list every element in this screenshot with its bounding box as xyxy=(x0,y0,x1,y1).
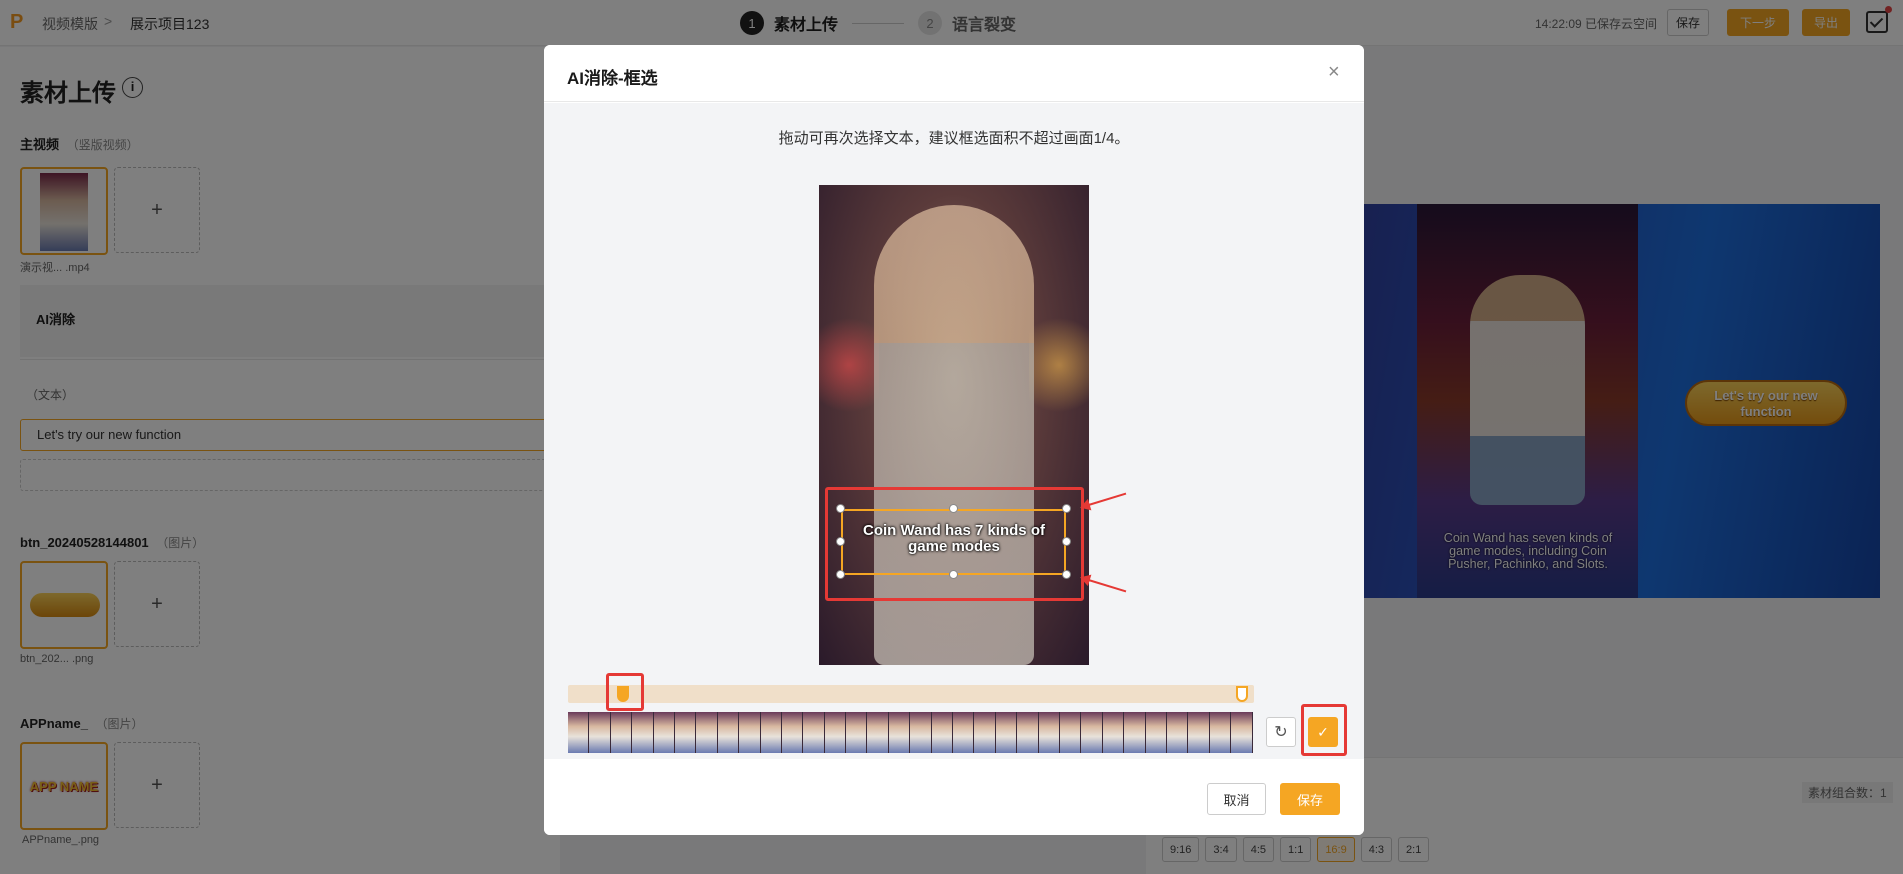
film-frame xyxy=(610,712,633,753)
film-frame xyxy=(1102,712,1125,753)
reset-selection-button[interactable]: ↻ xyxy=(1266,717,1296,747)
background-glow-right xyxy=(1029,305,1089,425)
timeline-end-handle[interactable] xyxy=(1236,686,1248,702)
film-frame xyxy=(760,712,782,753)
film-frame xyxy=(568,712,590,753)
cancel-button[interactable]: 取消 xyxy=(1207,783,1266,815)
film-frame xyxy=(632,712,654,753)
annotation-highlight-selection xyxy=(825,487,1084,601)
refresh-icon: ↻ xyxy=(1274,724,1288,741)
annotation-highlight-start-handle xyxy=(606,673,644,711)
film-frame xyxy=(1059,712,1082,753)
film-frame xyxy=(1017,712,1039,753)
film-frame xyxy=(995,712,1018,753)
film-frame xyxy=(674,712,697,753)
film-frame xyxy=(1188,712,1210,753)
film-frame xyxy=(888,712,911,753)
close-icon[interactable]: × xyxy=(1328,61,1340,84)
film-frame xyxy=(1145,712,1167,753)
film-frame xyxy=(953,712,975,753)
film-frame xyxy=(739,712,761,753)
selection-instruction: 拖动可再次选择文本，建议框选面积不超过画面1/4。 xyxy=(778,130,1130,147)
background-glow-left xyxy=(819,305,879,425)
film-frame xyxy=(653,712,675,753)
film-frame xyxy=(696,712,718,753)
film-frame xyxy=(974,712,996,753)
modal-footer: 取消 保存 xyxy=(544,759,1364,835)
ai-erase-select-modal: AI消除-框选 × 拖动可再次选择文本，建议框选面积不超过画面1/4。 Coin… xyxy=(544,45,1364,835)
film-frame xyxy=(931,712,954,753)
film-frame xyxy=(910,712,932,753)
film-frame xyxy=(1231,712,1253,753)
film-frame xyxy=(589,712,611,753)
film-frame xyxy=(867,712,889,753)
film-frame xyxy=(803,712,825,753)
film-frame xyxy=(1209,712,1232,753)
film-frame xyxy=(846,712,868,753)
film-frame xyxy=(1166,712,1189,753)
film-frame xyxy=(824,712,847,753)
modal-header: AI消除-框选 × xyxy=(544,45,1364,102)
film-frame xyxy=(1124,712,1146,753)
annotation-highlight-confirm xyxy=(1301,704,1347,756)
film-frame xyxy=(781,712,804,753)
film-frame xyxy=(1038,712,1060,753)
timeline-range-bar[interactable] xyxy=(568,685,1254,703)
modal-save-button[interactable]: 保存 xyxy=(1280,783,1340,815)
video-filmstrip[interactable] xyxy=(568,712,1254,753)
modal-title: AI消除-框选 xyxy=(567,69,658,88)
film-frame xyxy=(717,712,740,753)
film-frame xyxy=(1081,712,1103,753)
